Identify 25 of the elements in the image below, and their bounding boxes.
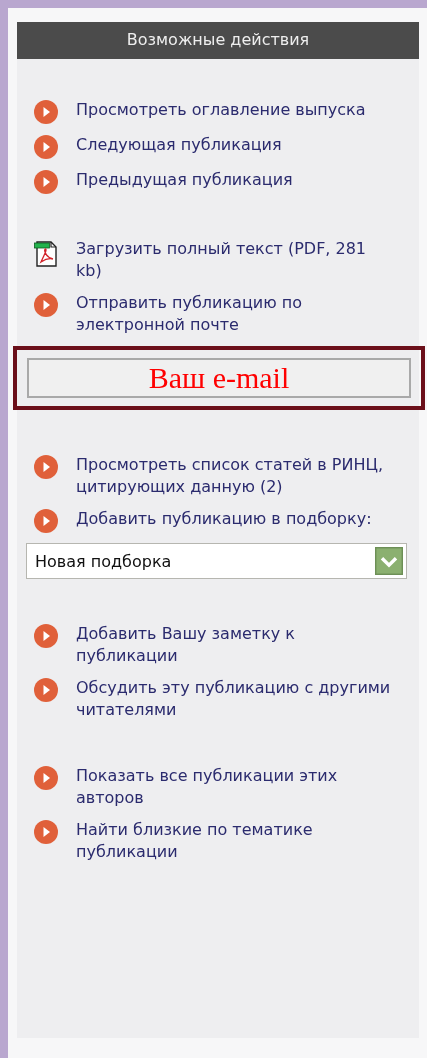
action-link[interactable]: Просмотреть список статей в РИНЦ, цитирующих данную (2) [76,454,396,498]
action-link[interactable]: Отправить публикацию по электронной почте [76,292,396,336]
action-link[interactable]: Найти близкие по тематике публикации [76,819,396,863]
collection-select[interactable]: Новая подборка [26,543,407,579]
action-link[interactable]: Просмотреть оглавление выпуска [76,99,396,121]
play-icon [34,624,58,648]
action-link[interactable]: Добавить Вашу заметку к публикации [76,623,396,667]
action-link[interactable]: Загрузить полный текст (PDF, 281 kb) [76,238,396,282]
play-icon [34,293,58,317]
play-icon [34,820,58,844]
email-field[interactable]: Ваш e-mail [27,358,411,398]
action-link[interactable]: Предыдущая публикация [76,169,396,191]
action-link[interactable]: Обсудить эту публикацию с другими читателями [76,677,396,721]
pdf-icon [34,239,58,267]
action-link[interactable]: Добавить публикацию в подборку: [76,508,396,530]
action-link[interactable]: Показать все публикации этих авторов [76,765,396,809]
play-icon [34,135,58,159]
action-link[interactable]: Следующая публикация [76,134,396,156]
play-icon [34,455,58,479]
play-icon [34,509,58,533]
play-icon [34,678,58,702]
play-icon [34,766,58,790]
panel-header: Возможные действия [17,22,419,59]
play-icon [34,100,58,124]
play-icon [34,170,58,194]
